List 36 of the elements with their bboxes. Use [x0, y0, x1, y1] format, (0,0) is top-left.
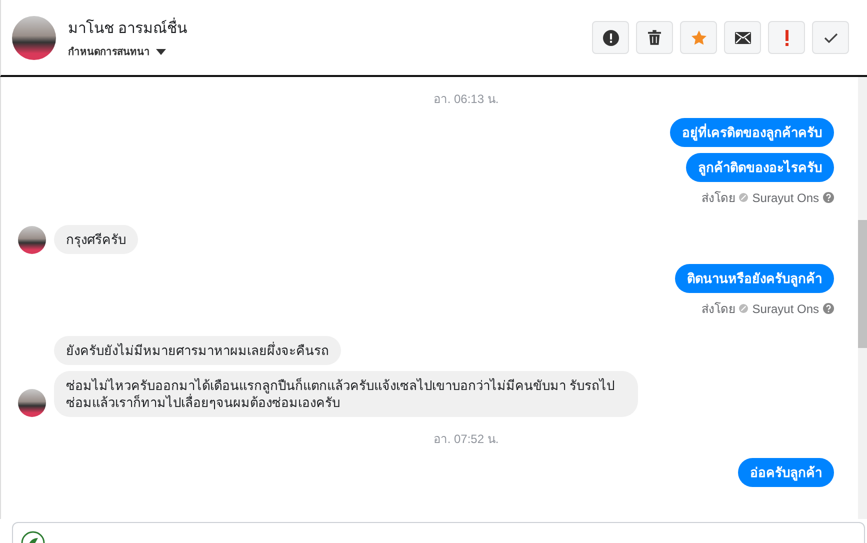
check-icon: [824, 32, 838, 42]
conversation-options-link[interactable]: กำหนดการสนทนา: [68, 44, 150, 59]
avatar: [18, 226, 46, 254]
sent-message-bubble: ติดนานหรือยังครับลูกค้า: [675, 264, 834, 293]
trash-icon: [648, 30, 661, 45]
important-button[interactable]: [768, 21, 805, 54]
timestamp: อา. 06:13 น.: [432, 91, 500, 108]
received-message-bubble: ยังครับยังไม่มีหมายศารมาหาผมเลยผึ่งจะคืนรถ: [54, 336, 341, 365]
sent-message-bubble: อ่อครับลูกค้า: [738, 458, 834, 487]
help-icon[interactable]: [823, 192, 834, 203]
alert-icon: [602, 30, 618, 46]
avatar: [12, 16, 56, 60]
sent-by-label: ส่งโดย: [701, 301, 736, 318]
sent-message-bubble: อยู่ที่เครดิตของลูกค้าครับ: [670, 118, 834, 147]
envelope-icon: [734, 32, 750, 44]
alert-button[interactable]: [592, 21, 629, 54]
scrollbar-thumb[interactable]: [858, 220, 867, 348]
received-message-bubble: ซ่อมไม่ไหวครับออกมาได้เดือนแรกลูกปืนก็แตกแล้วครับแจ้งเซลไปเขาบอกว่าไม่มีคนขับมา รับรถไปซ่อมแล้วเราก็ทามไปเลื่อยๆจนผมต้องซ่อมเองครับ: [54, 371, 638, 417]
received-message-bubble: กรุงศรีครับ: [54, 225, 138, 254]
timestamp: อา. 07:52 น.: [432, 431, 500, 448]
status-icon: [739, 304, 748, 313]
exclamation-icon: [784, 30, 788, 46]
done-button[interactable]: [812, 21, 849, 54]
contact-name: มาโนช อารมณ์ชื่น: [68, 16, 188, 40]
sender-name: Surayut Ons: [752, 190, 819, 204]
star-icon: [690, 30, 706, 46]
avatar: [18, 389, 46, 417]
caret-icon[interactable]: [156, 48, 166, 54]
status-icon: [739, 193, 748, 202]
sender-name: Surayut Ons: [752, 302, 819, 316]
mail-button[interactable]: [724, 21, 761, 54]
delete-button[interactable]: [636, 21, 673, 54]
star-button[interactable]: [680, 21, 717, 54]
sent-message-bubble: ลูกค้าติดของอะไรครับ: [686, 153, 834, 182]
sent-by-label: ส่งโดย: [701, 190, 736, 207]
help-icon[interactable]: [823, 303, 834, 314]
